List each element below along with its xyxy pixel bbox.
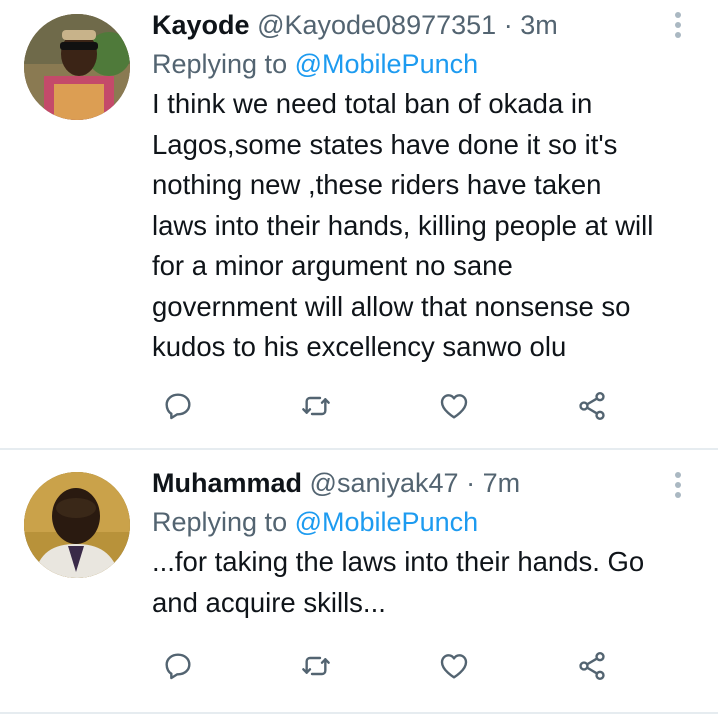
reply-button[interactable] (158, 646, 198, 686)
more-dot (675, 482, 681, 488)
more-vertical-icon (675, 12, 681, 18)
retweet-button[interactable] (296, 386, 336, 426)
heart-icon (440, 654, 468, 679)
separator: · (466, 468, 476, 498)
tweet[interactable]: Kayode @Kayode08977351 · 3m Replying to … (0, 0, 718, 448)
like-button[interactable] (434, 386, 474, 426)
replying-to: Replying to @MobilePunch (152, 502, 658, 542)
timestamp[interactable]: 7m (483, 468, 521, 498)
timestamp[interactable]: 3m (520, 10, 558, 40)
avatar[interactable] (24, 14, 130, 120)
heart-icon (440, 394, 468, 419)
reply-icon (165, 653, 191, 680)
tweet-header: Kayode @Kayode08977351 · 3m (152, 8, 658, 42)
like-button[interactable] (434, 646, 474, 686)
action-bar (158, 646, 628, 686)
replying-to-label: Replying to (152, 507, 288, 537)
share-button[interactable] (572, 646, 612, 686)
tweet[interactable]: Muhammad @saniyak47 · 7m Replying to @Mo… (0, 450, 718, 712)
tweet-header: Muhammad @saniyak47 · 7m (152, 466, 658, 500)
replying-to: Replying to @MobilePunch (152, 44, 658, 84)
tweet-text: ...for taking the laws into their hands.… (152, 546, 645, 618)
avatar[interactable] (24, 472, 130, 578)
separator: · (503, 10, 513, 40)
more-dot (675, 492, 681, 498)
share-icon (579, 652, 605, 680)
author-handle[interactable]: @saniyak47 (310, 468, 459, 498)
author-handle[interactable]: @Kayode08977351 (257, 10, 496, 40)
divider (0, 712, 718, 714)
retweet-icon (302, 656, 330, 676)
share-icon (579, 392, 605, 420)
reply-icon (165, 393, 191, 420)
more-button[interactable] (668, 8, 688, 48)
tweet-text: I think we need total ban of okada in La… (152, 88, 654, 362)
share-button[interactable] (572, 386, 612, 426)
retweet-button[interactable] (296, 646, 336, 686)
retweet-icon (302, 396, 330, 416)
more-dot (675, 22, 681, 28)
replying-to-label: Replying to (152, 49, 288, 79)
replying-to-handle[interactable]: @MobilePunch (295, 49, 479, 79)
more-button[interactable] (668, 468, 688, 508)
replying-to-handle[interactable]: @MobilePunch (295, 507, 479, 537)
action-bar (158, 386, 628, 426)
reply-button[interactable] (158, 386, 198, 426)
author-name[interactable]: Muhammad (152, 468, 302, 498)
more-vertical-icon (675, 472, 681, 478)
more-dot (675, 32, 681, 38)
author-name[interactable]: Kayode (152, 10, 250, 40)
